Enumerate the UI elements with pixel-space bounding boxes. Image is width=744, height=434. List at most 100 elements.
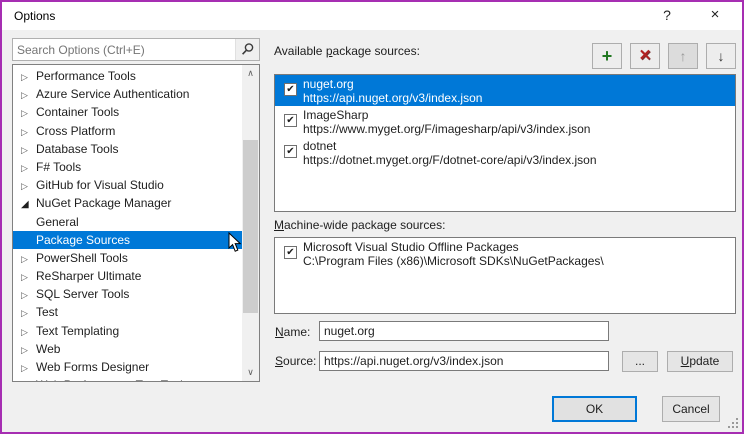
- tree-item-label: Web Forms Designer: [33, 360, 149, 374]
- tree-item-label: F# Tools: [33, 160, 81, 174]
- source-url: https://www.myget.org/F/imagesharp/api/v…: [303, 122, 590, 136]
- tree-item-label: Container Tools: [33, 105, 119, 119]
- add-source-button[interactable]: +: [592, 43, 622, 69]
- tree-item-label: GitHub for Visual Studio: [33, 178, 164, 192]
- collapsed-expander-icon[interactable]: ▷: [21, 286, 33, 304]
- checkbox-checked-icon[interactable]: ✔: [284, 145, 297, 158]
- available-sources-label: Available package sources:: [274, 44, 420, 58]
- source-name: Microsoft Visual Studio Offline Packages: [303, 240, 519, 254]
- checkbox-checked-icon[interactable]: ✔: [284, 114, 297, 127]
- tree-item-web-performance-test-tools[interactable]: ▷Web Performance Test Tools: [13, 376, 243, 382]
- collapsed-expander-icon[interactable]: ▷: [21, 104, 33, 122]
- source-row-nuget-org[interactable]: ✔ nuget.orghttps://api.nuget.org/v3/index…: [275, 75, 735, 106]
- scroll-up-icon[interactable]: ∧: [242, 65, 259, 82]
- collapsed-expander-icon[interactable]: ▷: [21, 250, 33, 268]
- tree-item-label: Cross Platform: [33, 124, 115, 138]
- scroll-down-icon[interactable]: ∨: [242, 364, 259, 381]
- collapsed-expander-icon[interactable]: ▷: [21, 68, 33, 86]
- tree-item-text-templating[interactable]: ▷Text Templating: [13, 322, 243, 340]
- options-dialog: Options ? × ▷Performance Tools▷Azure Ser…: [0, 0, 744, 434]
- tree-item-performance-tools[interactable]: ▷Performance Tools: [13, 67, 243, 85]
- scrollbar-thumb[interactable]: [243, 140, 258, 313]
- tree-item-label: Text Templating: [33, 324, 119, 338]
- tree-item-label: Performance Tools: [33, 69, 136, 83]
- tree-item-nuget-package-manager[interactable]: ◢NuGet Package Manager: [13, 194, 243, 212]
- source-name: ImageSharp: [303, 108, 368, 122]
- red-x-icon: ✕: [639, 47, 652, 64]
- tree-item-label: Web: [33, 342, 60, 356]
- search-input[interactable]: [17, 40, 233, 59]
- tree-item-label: Web Performance Test Tools: [33, 378, 189, 382]
- collapsed-expander-icon[interactable]: ▷: [21, 123, 33, 141]
- source-name: nuget.org: [303, 77, 354, 91]
- tree-item-label: SQL Server Tools: [33, 287, 129, 301]
- tree-item-sql-server-tools[interactable]: ▷SQL Server Tools: [13, 285, 243, 303]
- collapsed-expander-icon[interactable]: ▷: [21, 304, 33, 322]
- help-button[interactable]: ?: [650, 2, 684, 28]
- tree-item-database-tools[interactable]: ▷Database Tools: [13, 140, 243, 158]
- available-sources-list: ✔ nuget.orghttps://api.nuget.org/v3/index…: [274, 74, 736, 212]
- search-box: [12, 38, 260, 61]
- help-icon: ?: [663, 7, 671, 23]
- collapsed-expander-icon[interactable]: ▷: [21, 359, 33, 377]
- search-button[interactable]: [235, 39, 259, 60]
- move-down-button[interactable]: ↓: [706, 43, 736, 69]
- collapsed-expander-icon[interactable]: ▷: [21, 159, 33, 177]
- checkbox-checked-icon[interactable]: ✔: [284, 246, 297, 259]
- window-title: Options: [14, 9, 55, 23]
- collapsed-expander-icon[interactable]: ▷: [21, 177, 33, 195]
- checkbox-checked-icon[interactable]: ✔: [284, 83, 297, 96]
- source-url: https://dotnet.myget.org/F/dotnet-core/a…: [303, 153, 597, 167]
- cancel-button[interactable]: Cancel: [662, 396, 720, 422]
- tree-item-test[interactable]: ▷Test: [13, 303, 243, 321]
- browse-button[interactable]: ...: [622, 351, 658, 372]
- tree-item-f-tools[interactable]: ▷F# Tools: [13, 158, 243, 176]
- tree-item-general[interactable]: General: [13, 213, 243, 231]
- source-label: Source:: [275, 354, 316, 368]
- collapsed-expander-icon[interactable]: ▷: [21, 323, 33, 341]
- collapsed-expander-icon[interactable]: ▷: [21, 141, 33, 159]
- name-input[interactable]: [319, 321, 609, 341]
- tree-item-container-tools[interactable]: ▷Container Tools: [13, 103, 243, 121]
- plus-icon: +: [602, 46, 613, 66]
- tree-item-package-sources[interactable]: Package Sources: [13, 231, 243, 249]
- tree-item-label: PowerShell Tools: [33, 251, 128, 265]
- tree-item-label: NuGet Package Manager: [33, 196, 171, 210]
- machine-wide-sources-label: Machine-wide package sources:: [274, 218, 445, 232]
- arrow-up-icon: ↑: [680, 48, 687, 64]
- source-row-dotnet[interactable]: ✔ dotnethttps://dotnet.myget.org/F/dotnet…: [275, 137, 735, 168]
- update-button[interactable]: Update: [667, 351, 733, 372]
- tree-item-label: ReSharper Ultimate: [33, 269, 141, 283]
- move-up-button[interactable]: ↑: [668, 43, 698, 69]
- machine-wide-sources-list: ✔ Microsoft Visual Studio Offline Package…: [274, 237, 736, 314]
- tree-item-label: Package Sources: [13, 233, 130, 247]
- title-bar[interactable]: Options ? ×: [2, 2, 742, 30]
- tree-item-github-for-visual-studio[interactable]: ▷GitHub for Visual Studio: [13, 176, 243, 194]
- source-name: dotnet: [303, 139, 336, 153]
- tree-item-label: Database Tools: [33, 142, 119, 156]
- collapsed-expander-icon[interactable]: ▷: [21, 341, 33, 359]
- ok-button[interactable]: OK: [552, 396, 637, 422]
- tree-item-label: General: [13, 215, 79, 229]
- tree-item-resharper-ultimate[interactable]: ▷ReSharper Ultimate: [13, 267, 243, 285]
- source-input[interactable]: [319, 351, 609, 371]
- source-url: https://api.nuget.org/v3/index.json: [303, 91, 482, 105]
- resize-grip[interactable]: [728, 418, 738, 428]
- tree-item-cross-platform[interactable]: ▷Cross Platform: [13, 122, 243, 140]
- tree-item-web[interactable]: ▷Web: [13, 340, 243, 358]
- tree-scrollbar[interactable]: ∧ ∨: [242, 65, 259, 381]
- options-tree: ▷Performance Tools▷Azure Service Authent…: [12, 64, 260, 382]
- collapsed-expander-icon[interactable]: ▷: [21, 268, 33, 286]
- source-url: C:\Program Files (x86)\Microsoft SDKs\Nu…: [303, 254, 604, 268]
- tree-item-azure-service-authentication[interactable]: ▷Azure Service Authentication: [13, 85, 243, 103]
- tree-item-web-forms-designer[interactable]: ▷Web Forms Designer: [13, 358, 243, 376]
- tree-item-powershell-tools[interactable]: ▷PowerShell Tools: [13, 249, 243, 267]
- collapsed-expander-icon[interactable]: ▷: [21, 377, 33, 382]
- tree-item-label: Test: [33, 305, 58, 319]
- arrow-down-icon: ↓: [718, 48, 725, 64]
- source-row-microsoft-visual-studio-offline-packages[interactable]: ✔ Microsoft Visual Studio Offline Package…: [275, 238, 735, 269]
- collapsed-expander-icon[interactable]: ▷: [21, 86, 33, 104]
- remove-source-button[interactable]: ✕: [630, 43, 660, 69]
- source-row-imagesharp[interactable]: ✔ ImageSharphttps://www.myget.org/F/image…: [275, 106, 735, 137]
- close-button[interactable]: ×: [698, 2, 732, 28]
